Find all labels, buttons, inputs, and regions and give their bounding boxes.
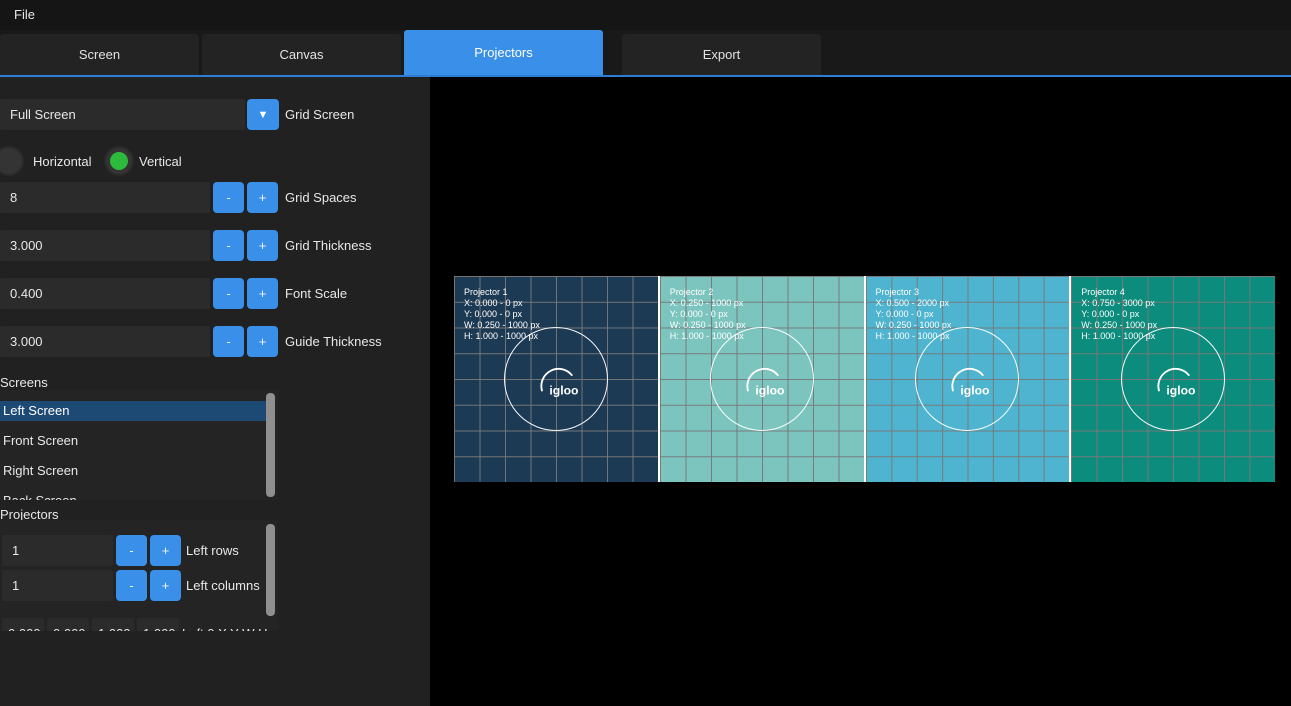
igloo-logo-icon: igloo [933, 358, 1005, 401]
left-columns-plus-button[interactable]: + [150, 570, 181, 601]
projectors-scrollbar[interactable] [266, 524, 275, 616]
grid-thickness-label: Grid Thickness [285, 230, 371, 261]
left-rows-minus-button[interactable]: - [116, 535, 147, 566]
projector-panel-4: igloo Projector 4 X: 0.750 - 3000 px Y: 0… [1071, 276, 1275, 482]
list-item-left-screen[interactable]: Left Screen [0, 401, 268, 421]
guide-thickness-input[interactable] [0, 326, 210, 357]
left0-y-input[interactable] [47, 618, 89, 631]
projector-panels: igloo Projector 1 X: 0.000 - 0 px Y: 0.00… [454, 276, 1275, 482]
projector-panel-1: igloo Projector 1 X: 0.000 - 0 px Y: 0.00… [454, 276, 658, 482]
radio-horizontal[interactable] [0, 146, 24, 176]
left-columns-minus-button[interactable]: - [116, 570, 147, 601]
svg-text:igloo: igloo [755, 384, 784, 398]
radio-vertical-label: Vertical [139, 146, 182, 177]
grid-thickness-input[interactable] [0, 230, 210, 261]
font-scale-minus-button[interactable]: - [213, 278, 244, 309]
left-rows-input[interactable] [2, 535, 113, 566]
sidebar: Full Screen ▼ Grid Screen Horizontal Ver… [0, 77, 430, 706]
left-rows-plus-button[interactable]: + [150, 535, 181, 566]
grid-thickness-plus-button[interactable]: + [247, 230, 278, 261]
radio-horizontal-label: Horizontal [33, 146, 92, 177]
guide-thickness-minus-button[interactable]: - [213, 326, 244, 357]
left0-xywh-label: Left 0 X Y W H [182, 618, 268, 631]
grid-spaces-input[interactable] [0, 182, 210, 213]
projectors-panel: - + Left rows - + Left columns Left 0 X … [0, 520, 278, 631]
font-scale-input[interactable] [0, 278, 210, 309]
grid-screen-dropdown-button[interactable]: ▼ [247, 99, 279, 130]
projector-info-text: Projector 2 X: 0.250 - 1000 px Y: 0.000 … [670, 287, 746, 342]
tab-screen[interactable]: Screen [0, 34, 199, 75]
font-scale-plus-button[interactable]: + [247, 278, 278, 309]
guide-thickness-label: Guide Thickness [285, 326, 382, 357]
radio-vertical[interactable] [104, 146, 134, 176]
projector-info-text: Projector 1 X: 0.000 - 0 px Y: 0.000 - 0… [464, 287, 540, 342]
list-item-back-screen[interactable]: Back Screen [0, 491, 268, 500]
left-columns-label: Left columns [186, 570, 260, 601]
tab-projectors[interactable]: Projectors [404, 30, 603, 75]
file-menu[interactable]: File [14, 0, 35, 30]
guide-thickness-plus-button[interactable]: + [247, 326, 278, 357]
left-rows-label: Left rows [186, 535, 239, 566]
left0-x-input[interactable] [2, 618, 44, 631]
tab-canvas[interactable]: Canvas [202, 34, 401, 75]
list-item-right-screen[interactable]: Right Screen [0, 461, 268, 481]
screens-list: Left Screen Front Screen Right Screen Ba… [0, 390, 278, 500]
list-item-front-screen[interactable]: Front Screen [0, 431, 268, 451]
grid-spaces-plus-button[interactable]: + [247, 182, 278, 213]
screens-section-title: Screens [0, 375, 48, 390]
grid-spaces-label: Grid Spaces [285, 182, 357, 213]
grid-screen-label: Grid Screen [285, 99, 354, 130]
tab-bar: Screen Canvas Projectors Export [0, 30, 1291, 75]
svg-text:igloo: igloo [961, 384, 990, 398]
svg-text:igloo: igloo [1167, 384, 1196, 398]
menubar: File [0, 0, 1291, 30]
igloo-logo-icon: igloo [522, 358, 594, 401]
grid-screen-dropdown[interactable]: Full Screen [0, 99, 245, 130]
font-scale-label: Font Scale [285, 278, 347, 309]
left0-h-input[interactable] [137, 618, 179, 631]
left-columns-input[interactable] [2, 570, 113, 601]
projector-info-text: Projector 4 X: 0.750 - 3000 px Y: 0.000 … [1081, 287, 1157, 342]
radio-selected-dot [110, 152, 128, 170]
left0-w-input[interactable] [92, 618, 134, 631]
igloo-logo-icon: igloo [728, 358, 800, 401]
projector-panel-3: igloo Projector 3 X: 0.500 - 2000 px Y: 0… [866, 276, 1070, 482]
tab-export[interactable]: Export [622, 34, 821, 75]
chevron-down-icon: ▼ [258, 109, 269, 121]
projector-info-text: Projector 3 X: 0.500 - 2000 px Y: 0.000 … [876, 287, 952, 342]
igloo-logo-icon: igloo [1139, 358, 1211, 401]
projector-panel-2: igloo Projector 2 X: 0.250 - 1000 px Y: 0… [660, 276, 864, 482]
grid-spaces-minus-button[interactable]: - [213, 182, 244, 213]
svg-text:igloo: igloo [549, 384, 578, 398]
grid-thickness-minus-button[interactable]: - [213, 230, 244, 261]
preview-canvas: igloo Projector 1 X: 0.000 - 0 px Y: 0.00… [430, 77, 1291, 706]
screens-scrollbar[interactable] [266, 393, 275, 497]
